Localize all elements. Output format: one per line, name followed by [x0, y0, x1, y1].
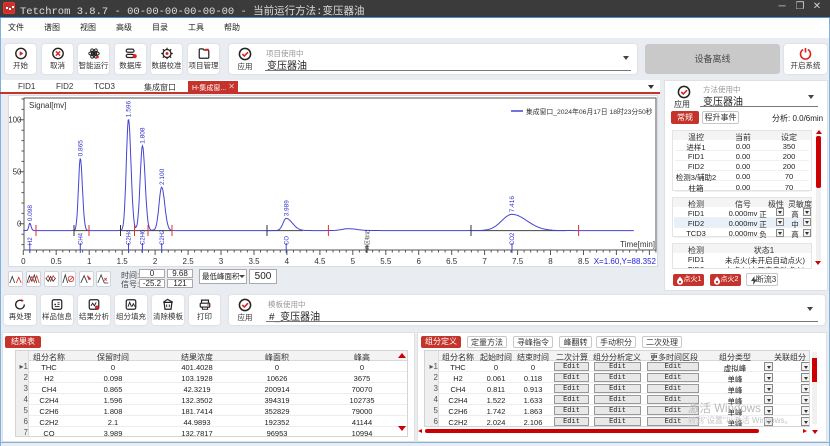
svg-text:2.5: 2.5	[183, 257, 195, 266]
svg-text:0.098: 0.098	[27, 205, 34, 222]
svg-text:0.5: 0.5	[51, 257, 63, 266]
svg-text:H2: H2	[28, 237, 34, 245]
svg-text:CO2: CO2	[510, 232, 516, 245]
svg-text:4.5: 4.5	[314, 257, 326, 266]
svg-text:Signal[mv]: Signal[mv]	[29, 101, 66, 110]
svg-text:集成窗口_2024年06月17日 18时23分50秒: 集成窗口_2024年06月17日 18时23分50秒	[526, 107, 653, 116]
svg-text:0: 0	[21, 257, 26, 266]
svg-text:C2H6: C2H6	[141, 229, 147, 245]
svg-text:5.5: 5.5	[380, 257, 392, 266]
svg-text:1.596: 1.596	[126, 101, 133, 118]
svg-text:Time[min]: Time[min]	[620, 240, 655, 249]
svg-text:CO: CO	[284, 236, 290, 245]
svg-text:1.808: 1.808	[140, 127, 147, 144]
svg-text:6.5: 6.5	[446, 257, 458, 266]
svg-text:5: 5	[351, 257, 356, 266]
svg-text:8.5: 8.5	[578, 257, 590, 266]
svg-text:6: 6	[416, 257, 421, 266]
svg-text:1: 1	[87, 257, 92, 266]
svg-text:7.5: 7.5	[512, 257, 524, 266]
svg-text:0.865: 0.865	[78, 140, 85, 157]
svg-text:X=1.60,Y=88.352: X=1.60,Y=88.352	[594, 257, 657, 266]
svg-text:7.416: 7.416	[509, 196, 516, 213]
svg-text:3: 3	[219, 257, 224, 266]
svg-text:0: 0	[17, 219, 22, 228]
svg-text:3.5: 3.5	[248, 257, 260, 266]
svg-text:CH4: CH4	[79, 232, 85, 245]
svg-text:50: 50	[13, 167, 22, 176]
svg-text:8: 8	[548, 257, 553, 266]
svg-text:C2H4: C2H4	[127, 229, 133, 245]
svg-text:2.100: 2.100	[159, 168, 166, 185]
svg-text:2: 2	[153, 257, 158, 266]
svg-text:C2H2: C2H2	[160, 229, 166, 245]
svg-text:3.989: 3.989	[283, 200, 290, 217]
svg-text:7: 7	[482, 257, 487, 266]
svg-text:4: 4	[285, 257, 290, 266]
svg-text:100: 100	[9, 115, 22, 124]
svg-text:1.5: 1.5	[117, 257, 129, 266]
